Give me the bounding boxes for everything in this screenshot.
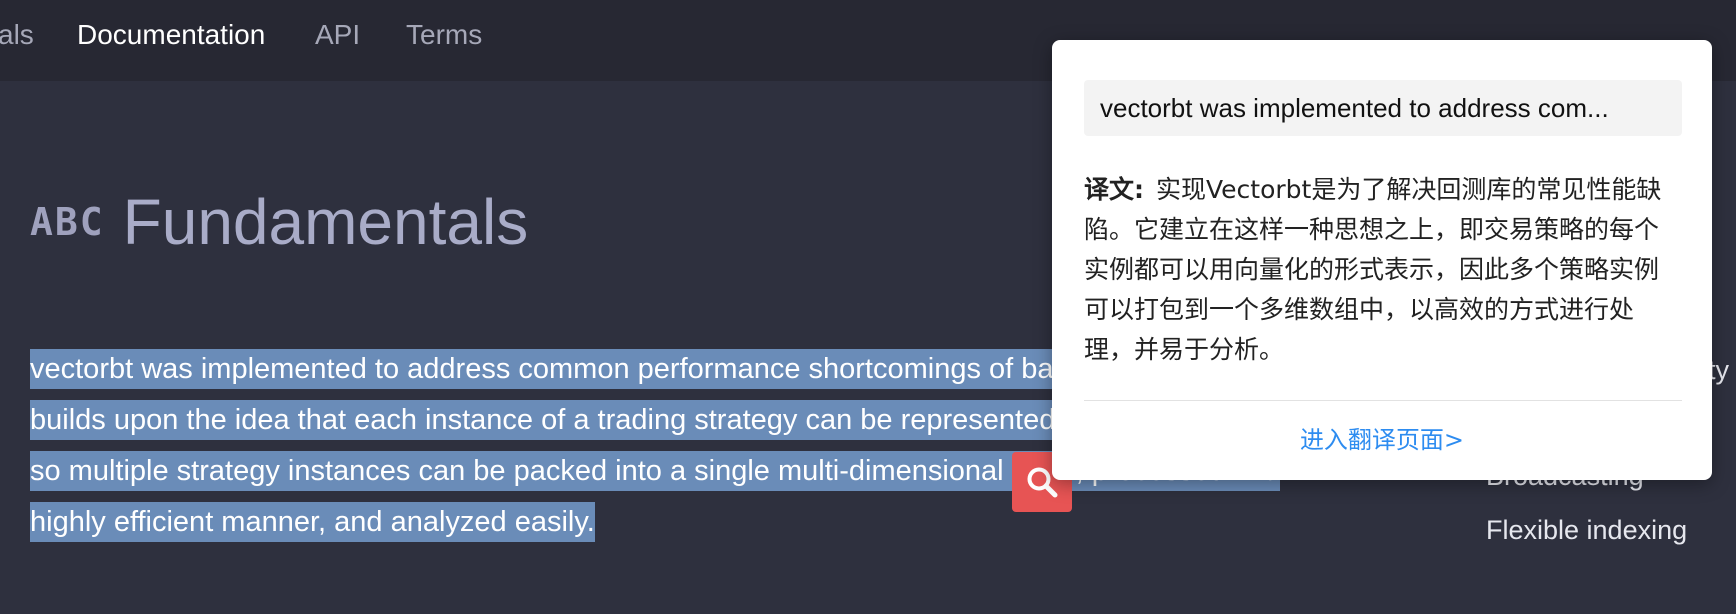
page-title: ABC Fundamentals (30, 182, 528, 262)
nav-item-documentation[interactable]: Documentation (77, 18, 265, 52)
translation-popup: vectorbt was implemented to address com.… (1052, 40, 1712, 480)
abc-icon: ABC (30, 200, 105, 244)
nav-item-tutorials[interactable]: als (0, 18, 34, 52)
nav-item-terms[interactable]: Terms (406, 18, 482, 52)
page-title-text: Fundamentals (122, 186, 529, 258)
translation-label: 译文: (1084, 175, 1144, 204)
translation-result: 译文: 实现Vectorbt是为了解决回测库的常见性能缺陷。它建立在这样一种思想之… (1084, 170, 1674, 370)
popup-divider (1084, 400, 1682, 401)
nav-item-api[interactable]: API (315, 18, 360, 52)
translation-text: 实现Vectorbt是为了解决回测库的常见性能缺陷。它建立在这样一种思想之上，即… (1084, 175, 1662, 364)
open-translation-page-link[interactable]: 进入翻译页面> (1052, 420, 1712, 455)
sidebar-item-flexible-indexing[interactable]: Flexible indexing (1486, 515, 1687, 546)
popup-query-text: vectorbt was implemented to address com.… (1084, 80, 1682, 136)
